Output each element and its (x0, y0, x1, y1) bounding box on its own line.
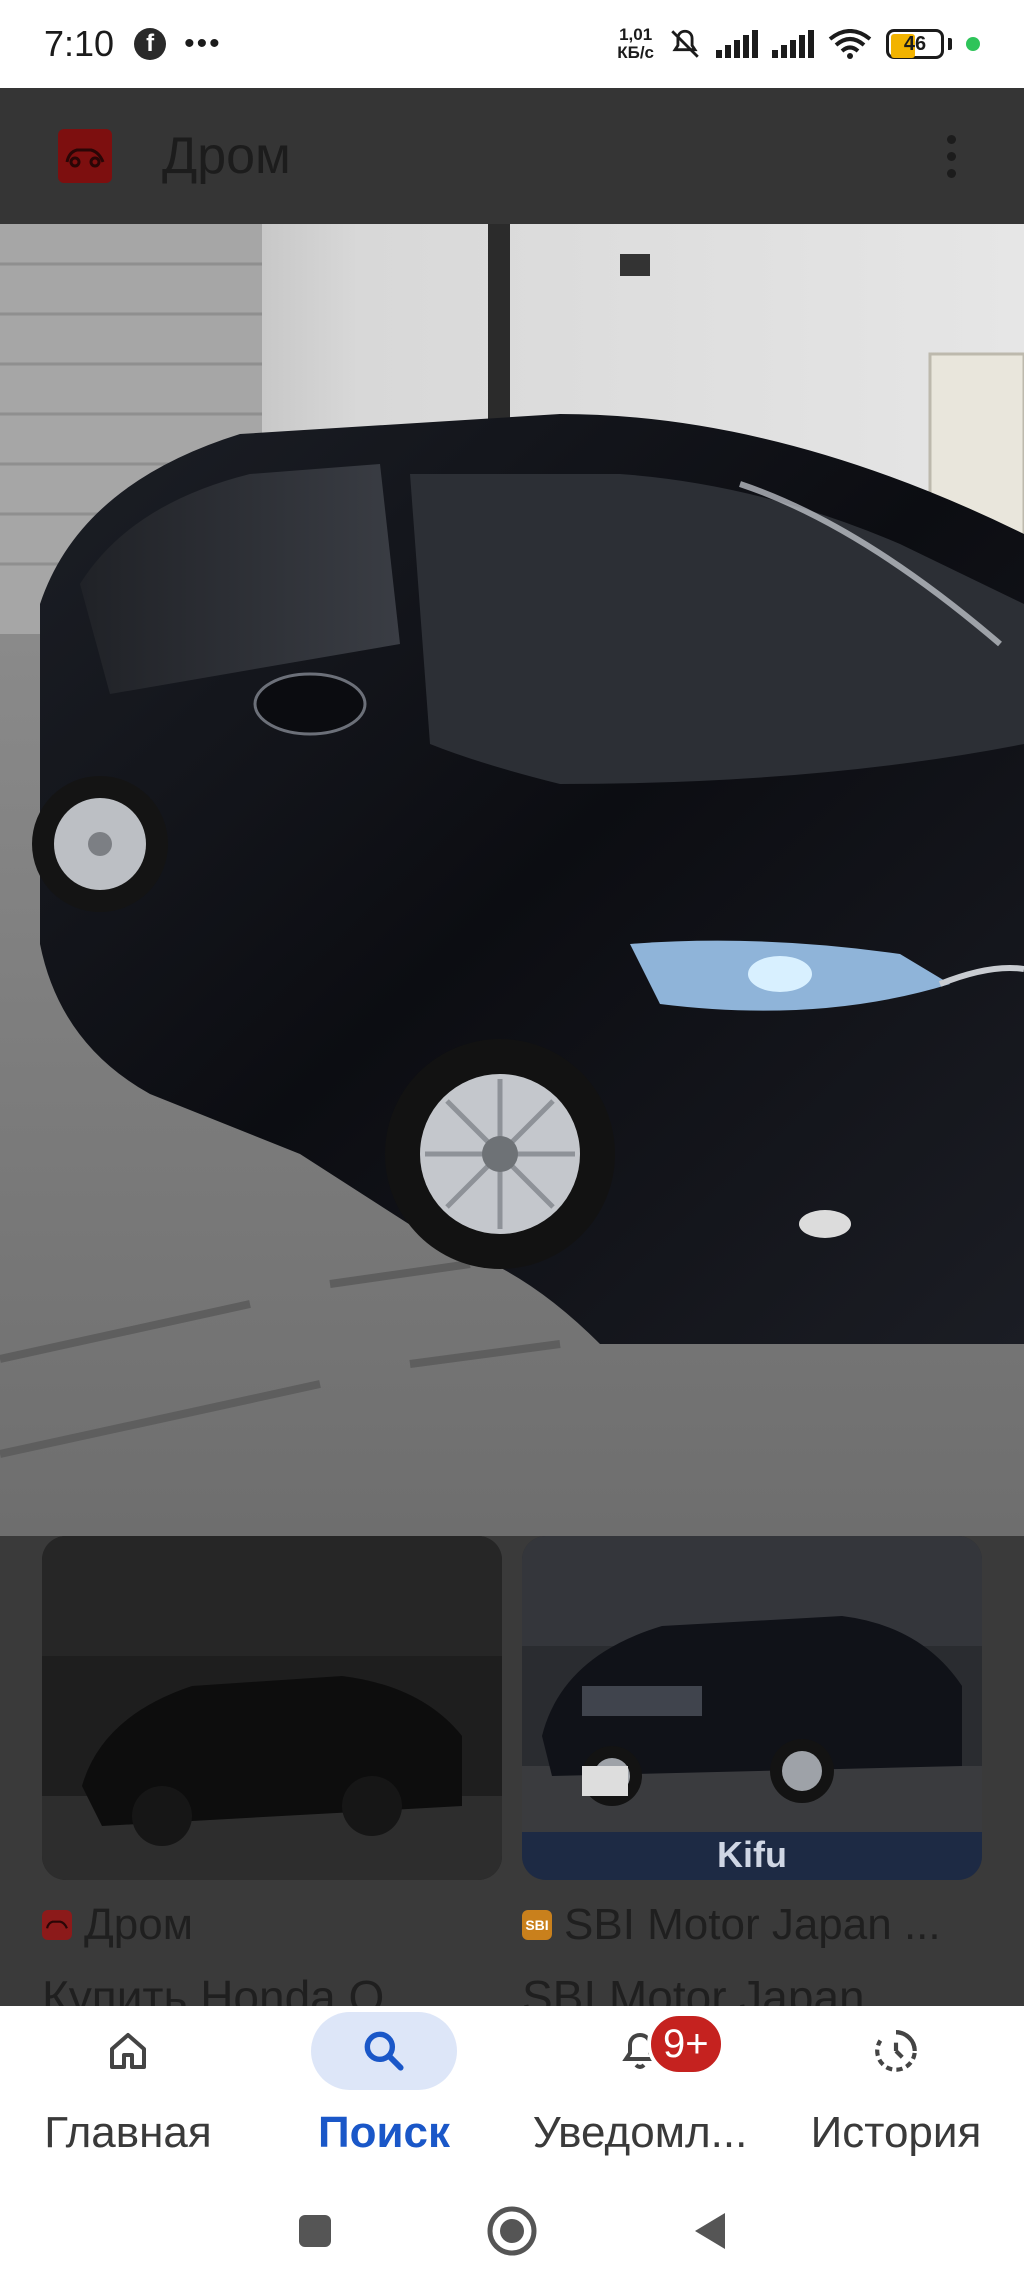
result-source-name: SBI Motor Japan ... (564, 1900, 941, 1949)
battery-level: 46 (903, 32, 927, 55)
home-icon (110, 2033, 146, 2069)
nav-label-home: Главная (44, 2108, 212, 2157)
result-source: SBI SBI Motor Japan ... (522, 1900, 941, 1950)
facebook-icon: f (134, 28, 167, 60)
network-speed-unit: КБ/с (617, 43, 654, 62)
nav-item-home[interactable]: Главная (0, 2006, 256, 2186)
status-bar: 7:10 f ••• 1,01 КБ/с 46 (0, 0, 1024, 88)
nav-label-notifications: Уведомл... (532, 2108, 748, 2157)
back-icon[interactable] (689, 2209, 729, 2253)
nav-label-history: История (810, 2108, 982, 2157)
drom-favicon-icon (42, 1910, 72, 1940)
nav-icon-wrap: 9+ (567, 2012, 725, 2090)
status-right: 1,01 КБ/с 46 (617, 26, 980, 62)
search-icon (364, 2031, 404, 2071)
app-title: Дром (162, 127, 291, 185)
network-speed: 1,01 КБ/с (617, 26, 654, 62)
nav-label-search: Поиск (317, 2108, 451, 2157)
bottom-navigation: Главная Поиск 9+ Уведомл... История (0, 2006, 1024, 2186)
notification-badge: 9+ (647, 2012, 725, 2076)
signal-1-icon (716, 30, 758, 58)
result-thumbnail-image (42, 1536, 502, 1880)
battery-tip (948, 38, 952, 50)
battery-icon: 46 (886, 29, 944, 59)
nav-icon-wrap (823, 2012, 969, 2090)
more-notifications-icon: ••• (184, 27, 222, 60)
network-speed-value: 1,01 (619, 25, 653, 44)
nav-icon-wrap (55, 2012, 201, 2090)
app-bar: Дром (0, 88, 1024, 224)
result-thumbnail-image (522, 1536, 982, 1880)
result-source-name: Дром (84, 1900, 193, 1949)
nav-icon-wrap (311, 2012, 457, 2090)
sbi-favicon-icon: SBI (522, 1910, 552, 1940)
drom-logo-car-icon (65, 148, 105, 168)
recent-apps-icon[interactable] (295, 2211, 335, 2251)
wifi-icon (828, 29, 872, 59)
camera-active-dot (966, 37, 980, 51)
drom-logo-icon[interactable] (58, 129, 112, 183)
nav-item-notifications[interactable]: 9+ Уведомл... (512, 2006, 768, 2186)
main-car-photo (0, 224, 1024, 1536)
history-icon (875, 2030, 917, 2072)
system-navigation-bar (0, 2186, 1024, 2276)
result-thumbnail[interactable]: Kifu (522, 1536, 982, 1880)
thumbnail-watermark: Kifu (717, 1834, 787, 1875)
more-options-icon[interactable] (936, 134, 966, 178)
home-button-icon[interactable] (485, 2204, 539, 2258)
result-source: Дром (42, 1900, 193, 1950)
muted-bell-icon (671, 29, 699, 58)
status-time: 7:10 (44, 23, 115, 64)
signal-2-icon (772, 30, 814, 58)
nav-item-history[interactable]: История (768, 2006, 1024, 2186)
search-results-grid: Дром Купить Honda O... Kifu SBI SBI Moto… (0, 1536, 1024, 2023)
nav-item-search[interactable]: Поиск (256, 2006, 512, 2186)
result-thumbnail[interactable] (42, 1536, 502, 1880)
page: 7:10 f ••• 1,01 КБ/с 46 Дром Дром Купить… (0, 0, 1024, 2276)
main-car-image[interactable] (0, 224, 1024, 1536)
